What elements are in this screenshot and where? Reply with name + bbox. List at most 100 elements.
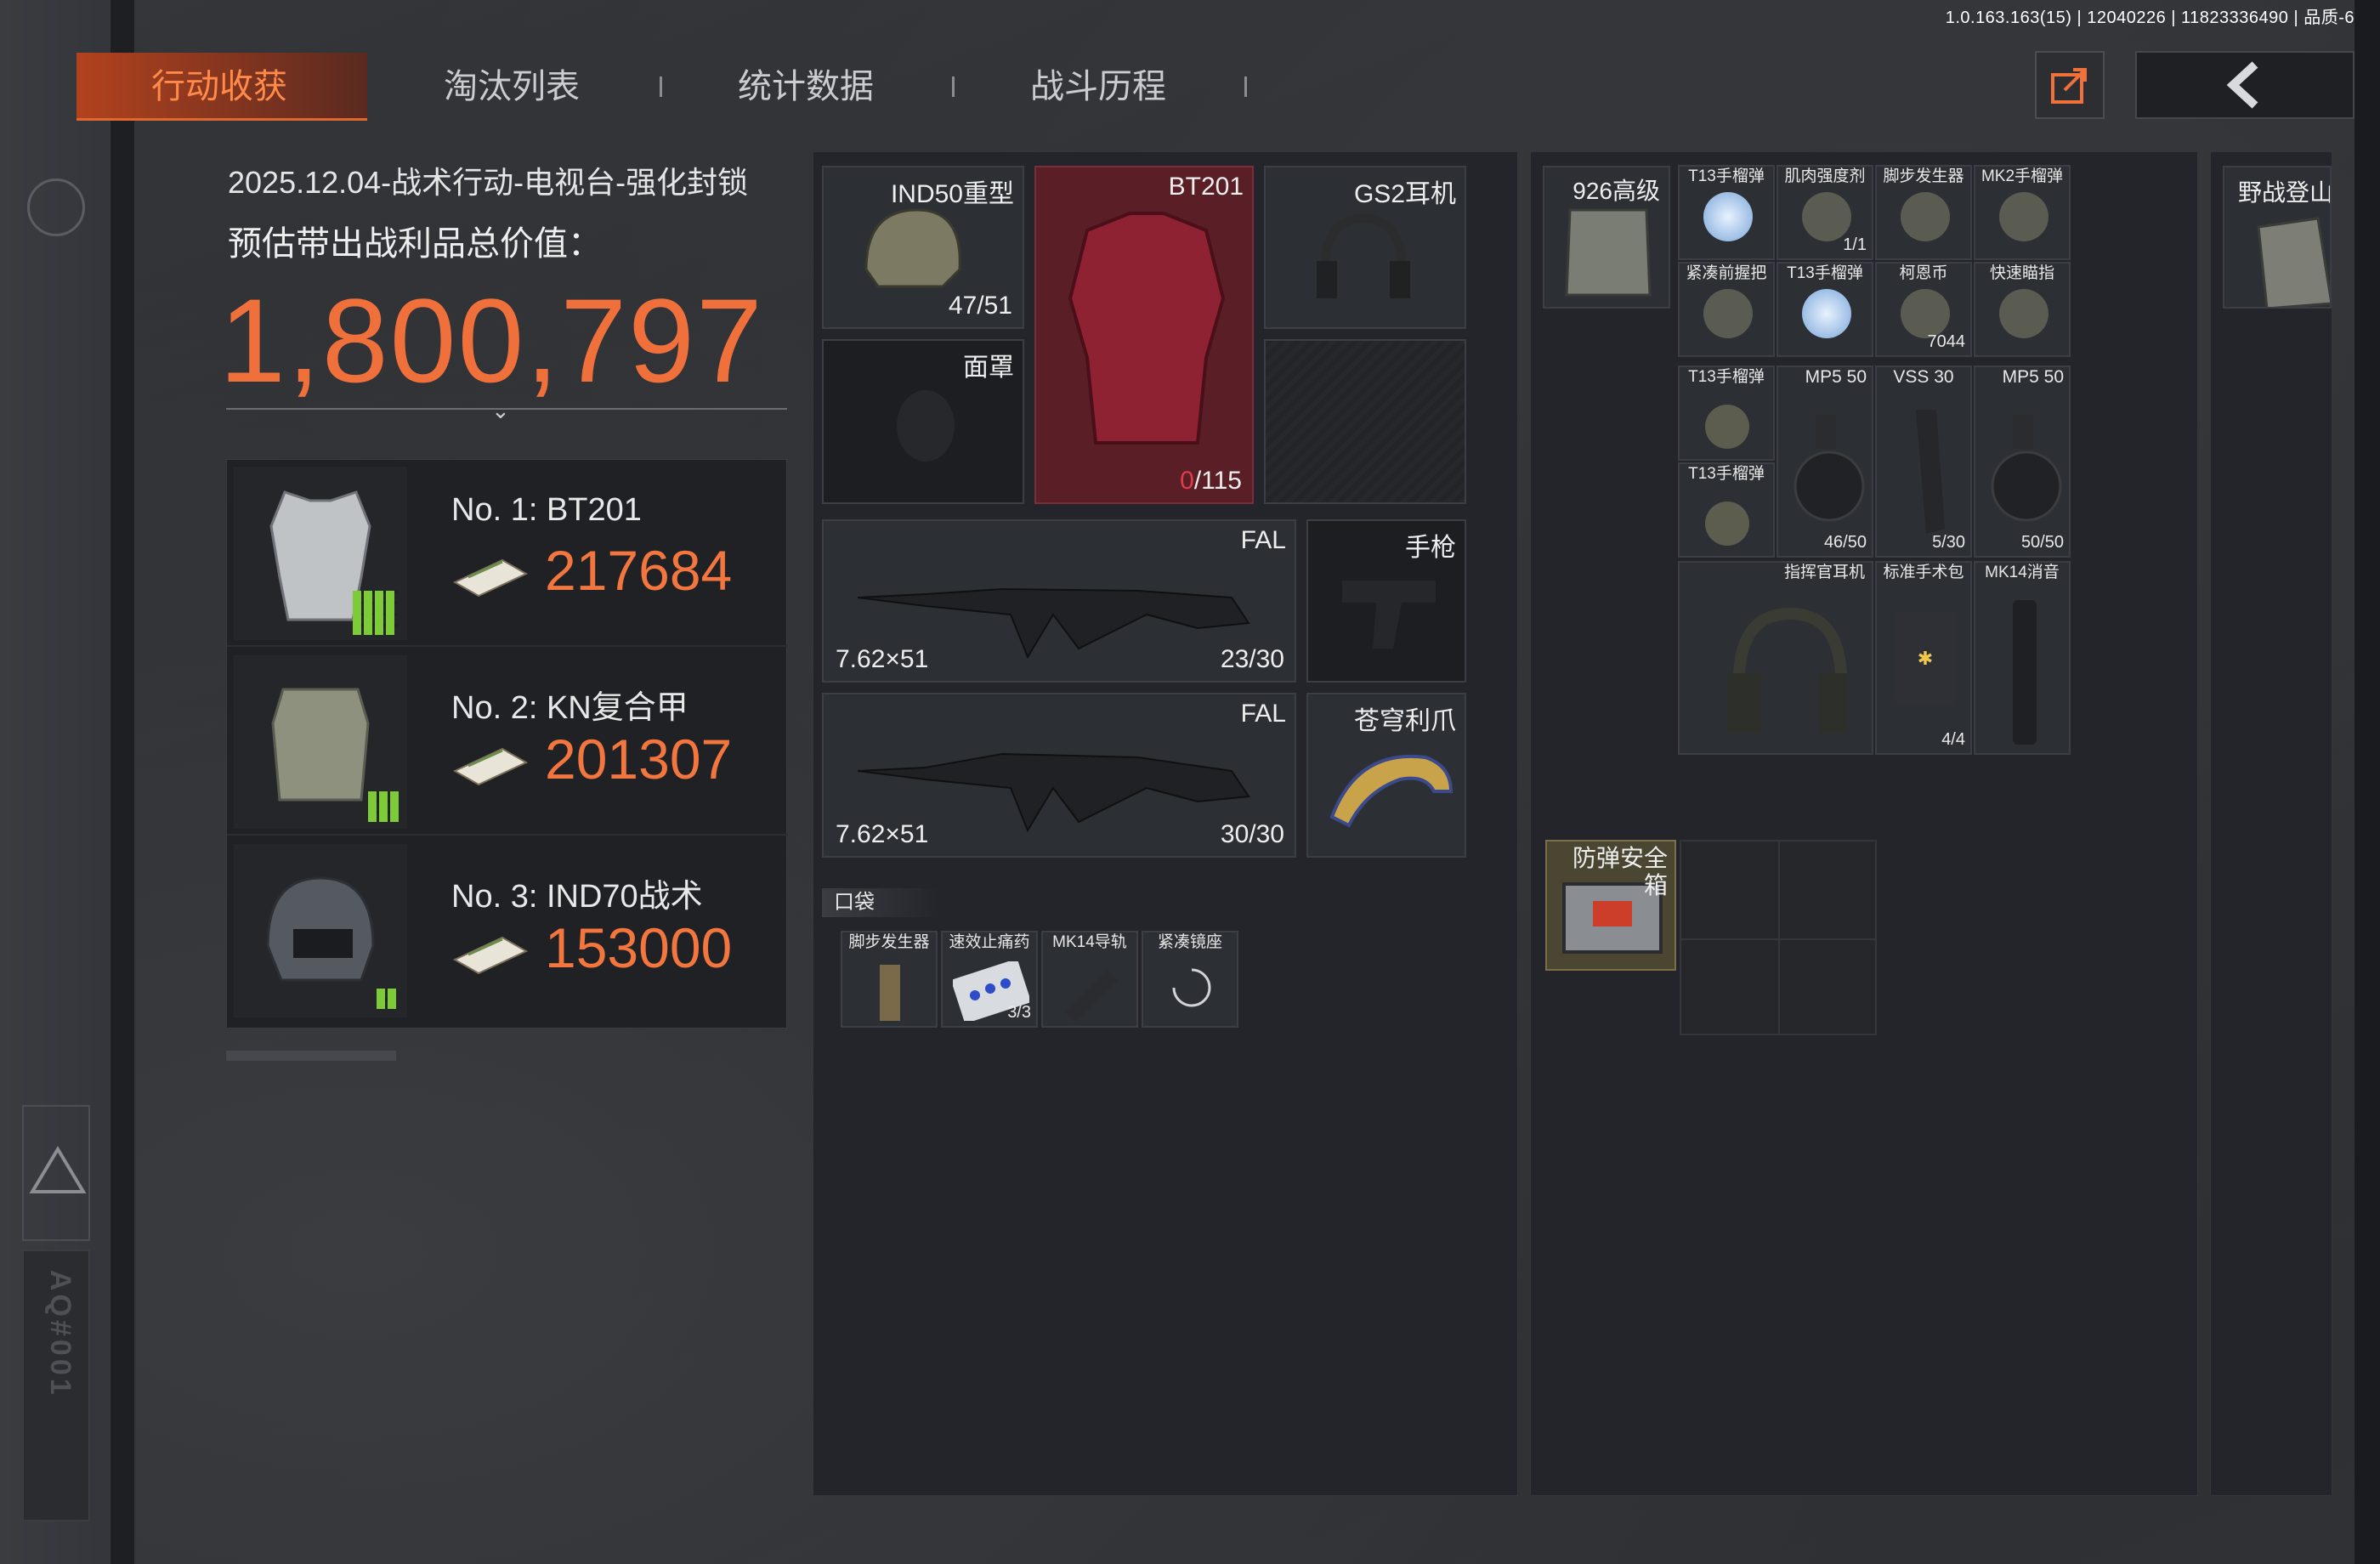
slot-name: 苍穹利爪 [1354, 707, 1456, 735]
item-name: 肌肉强度剂 [1784, 167, 1866, 185]
item-name: MK2手榴弹 [1980, 167, 2064, 185]
item-icon [1901, 289, 1950, 338]
mask-slot[interactable]: 面罩 [822, 339, 1024, 504]
item-count: 1/1 [1843, 235, 1867, 254]
slot-name: BT201 [1168, 173, 1244, 201]
rig-item[interactable]: 柯恩币 7044 [1875, 262, 1972, 357]
primary-weapon-slot[interactable]: FAL 7.62×51 23/30 [822, 519, 1296, 683]
magazine-slot[interactable]: VSS 30 5/30 [1875, 366, 1972, 558]
armor-slot[interactable]: BT201 0/115 [1034, 166, 1254, 504]
ammo-count: 23/30 [1220, 645, 1284, 673]
durability: 0/115 [1180, 467, 1242, 495]
cash-icon [452, 558, 529, 598]
tab-divider [952, 76, 955, 97]
empty-slot[interactable] [1264, 339, 1466, 504]
game-screen: AQ#001 1.0.163.163(15) | 12040226 | 1182… [0, 0, 2380, 1564]
safe-box-slot[interactable]: 防弹安全箱 [1545, 840, 1676, 971]
headset-slot[interactable]: GS2耳机 [1264, 166, 1466, 329]
karambit-icon [1329, 754, 1454, 828]
magazine-slot[interactable]: MP5 50 50/50 [1974, 366, 2071, 558]
caliber: 7.62×51 [836, 645, 929, 673]
secondary-weapon-slot[interactable]: FAL 7.62×51 30/30 [822, 693, 1296, 858]
tab-divider [660, 76, 662, 97]
top-item-row[interactable]: No. 1: BT201 217684 [227, 460, 788, 647]
tab-battle-history[interactable]: 战斗历程 [1030, 53, 1166, 121]
expand-chevron-icon[interactable]: ⌄ [491, 398, 510, 424]
item-name: 柯恩币 [1899, 264, 1948, 282]
rig-item[interactable]: 脚步发生器 [1875, 165, 1972, 260]
pocket-label: 口袋 [822, 888, 941, 917]
item-icon [1999, 289, 2048, 338]
item-name: 紧凑前握把 [1686, 264, 1767, 282]
safe-box-grid[interactable] [1680, 840, 1877, 1035]
melee-slot[interactable]: 苍穹利爪 [1306, 693, 1466, 858]
tab-statistics[interactable]: 统计数据 [738, 53, 874, 121]
item-name: 快速瞄指 [1989, 264, 2054, 282]
globe-icon[interactable] [27, 178, 85, 236]
backpack-slot[interactable]: 野战登山包 [2223, 166, 2332, 309]
ammo-count: 30/30 [1220, 820, 1284, 848]
weapon-name: FAL [1240, 700, 1286, 728]
rig-item[interactable]: 标准手术包 ✱ 4/4 [1875, 561, 1972, 755]
loot-total-value: 1,800,797 [219, 274, 764, 407]
item-name: 脚步发生器 [1883, 167, 1964, 185]
rig-item[interactable]: T13手榴弹 [1678, 165, 1775, 260]
top-item-value: 153000 [545, 916, 733, 979]
slot-name: IND50重型 [890, 180, 1014, 208]
tab-loot[interactable]: 行动收获 [76, 53, 367, 121]
item-count: 7044 [1927, 332, 1966, 351]
safe-box-name: 防弹安全箱 [1572, 845, 1668, 898]
pistol-icon [1342, 581, 1436, 649]
top-item-rank: No. 2: KN复合甲 [451, 690, 688, 726]
chest-rig-slot[interactable]: 926高级 [1543, 166, 1670, 309]
backpack-panel: 野战登山包 [2210, 151, 2332, 1496]
chevron-left-icon [2226, 61, 2258, 109]
item-icon [1901, 192, 1950, 241]
top-item-value: 201307 [545, 728, 733, 790]
top-item-rank: No. 1: BT201 [451, 492, 642, 528]
top-item-row[interactable]: No. 2: KN复合甲 201307 [227, 649, 788, 836]
rig-item[interactable]: 快速瞄指 [1974, 262, 2071, 357]
item-icon [1703, 192, 1753, 241]
item-icon [1999, 192, 2048, 241]
item-icon [1802, 192, 1851, 241]
rig-item[interactable]: T13手榴弹 [1678, 462, 1775, 558]
side-tag-text: AQ#001 [44, 1270, 76, 1398]
loading-icon [1172, 968, 1211, 1007]
backpack-icon [2257, 217, 2330, 307]
rig-item[interactable]: T13手榴弹 [1776, 262, 1873, 357]
helmet-slot[interactable]: IND50重型 47/51 [822, 166, 1024, 329]
match-date: 2025.12.04-战术行动-电视台-强化封锁 [228, 165, 749, 200]
rig-item[interactable]: T13手榴弹 [1678, 366, 1775, 461]
pistol-slot[interactable]: 手枪 [1306, 519, 1466, 683]
slot-name: 面罩 [963, 354, 1014, 382]
equipment-panel: IND50重型 47/51 BT201 0/115 GS2耳机 面罩 FAL 7… [813, 151, 1518, 1496]
top-item-row[interactable]: No. 3: IND70战术 153000 [227, 837, 788, 1024]
rig-icon [1565, 208, 1652, 297]
right-edge [2354, 0, 2380, 1564]
svg-text:✱: ✱ [1918, 648, 1933, 669]
top-item-value: 217684 [545, 539, 733, 602]
back-button[interactable] [2135, 51, 2354, 119]
item-name: T13手榴弹 [1688, 167, 1765, 185]
headset-icon [1727, 607, 1848, 733]
rig-item[interactable]: MK2手榴弹 [1974, 165, 2071, 260]
armor-icon [1068, 212, 1226, 445]
pocket-slot[interactable]: 紧凑镜座 [1142, 931, 1238, 1028]
warning-icon [22, 1105, 90, 1241]
tab-eliminations[interactable]: 淘汰列表 [444, 53, 580, 121]
pocket-slot[interactable]: MK14导轨 [1041, 931, 1138, 1028]
share-button[interactable] [2035, 51, 2105, 119]
rig-item[interactable]: 指挥官耳机 [1678, 561, 1873, 755]
caliber: 7.62×51 [836, 820, 929, 848]
pocket-slot[interactable]: 速效止痛药 3/3 [941, 931, 1038, 1028]
item-icon [1802, 289, 1851, 338]
slot-name: 手枪 [1405, 534, 1456, 562]
magazine-slot[interactable]: MP5 50 46/50 [1776, 366, 1873, 558]
loot-value-label: 预估带出战利品总价值： [228, 225, 602, 263]
decorative-bar [226, 1051, 396, 1061]
rig-item[interactable]: MK14消音 [1974, 561, 2071, 755]
rig-item[interactable]: 紧凑前握把 [1678, 262, 1775, 357]
rig-item[interactable]: 肌肉强度剂 1/1 [1776, 165, 1873, 260]
pocket-slot[interactable]: 脚步发生器 [841, 931, 938, 1028]
